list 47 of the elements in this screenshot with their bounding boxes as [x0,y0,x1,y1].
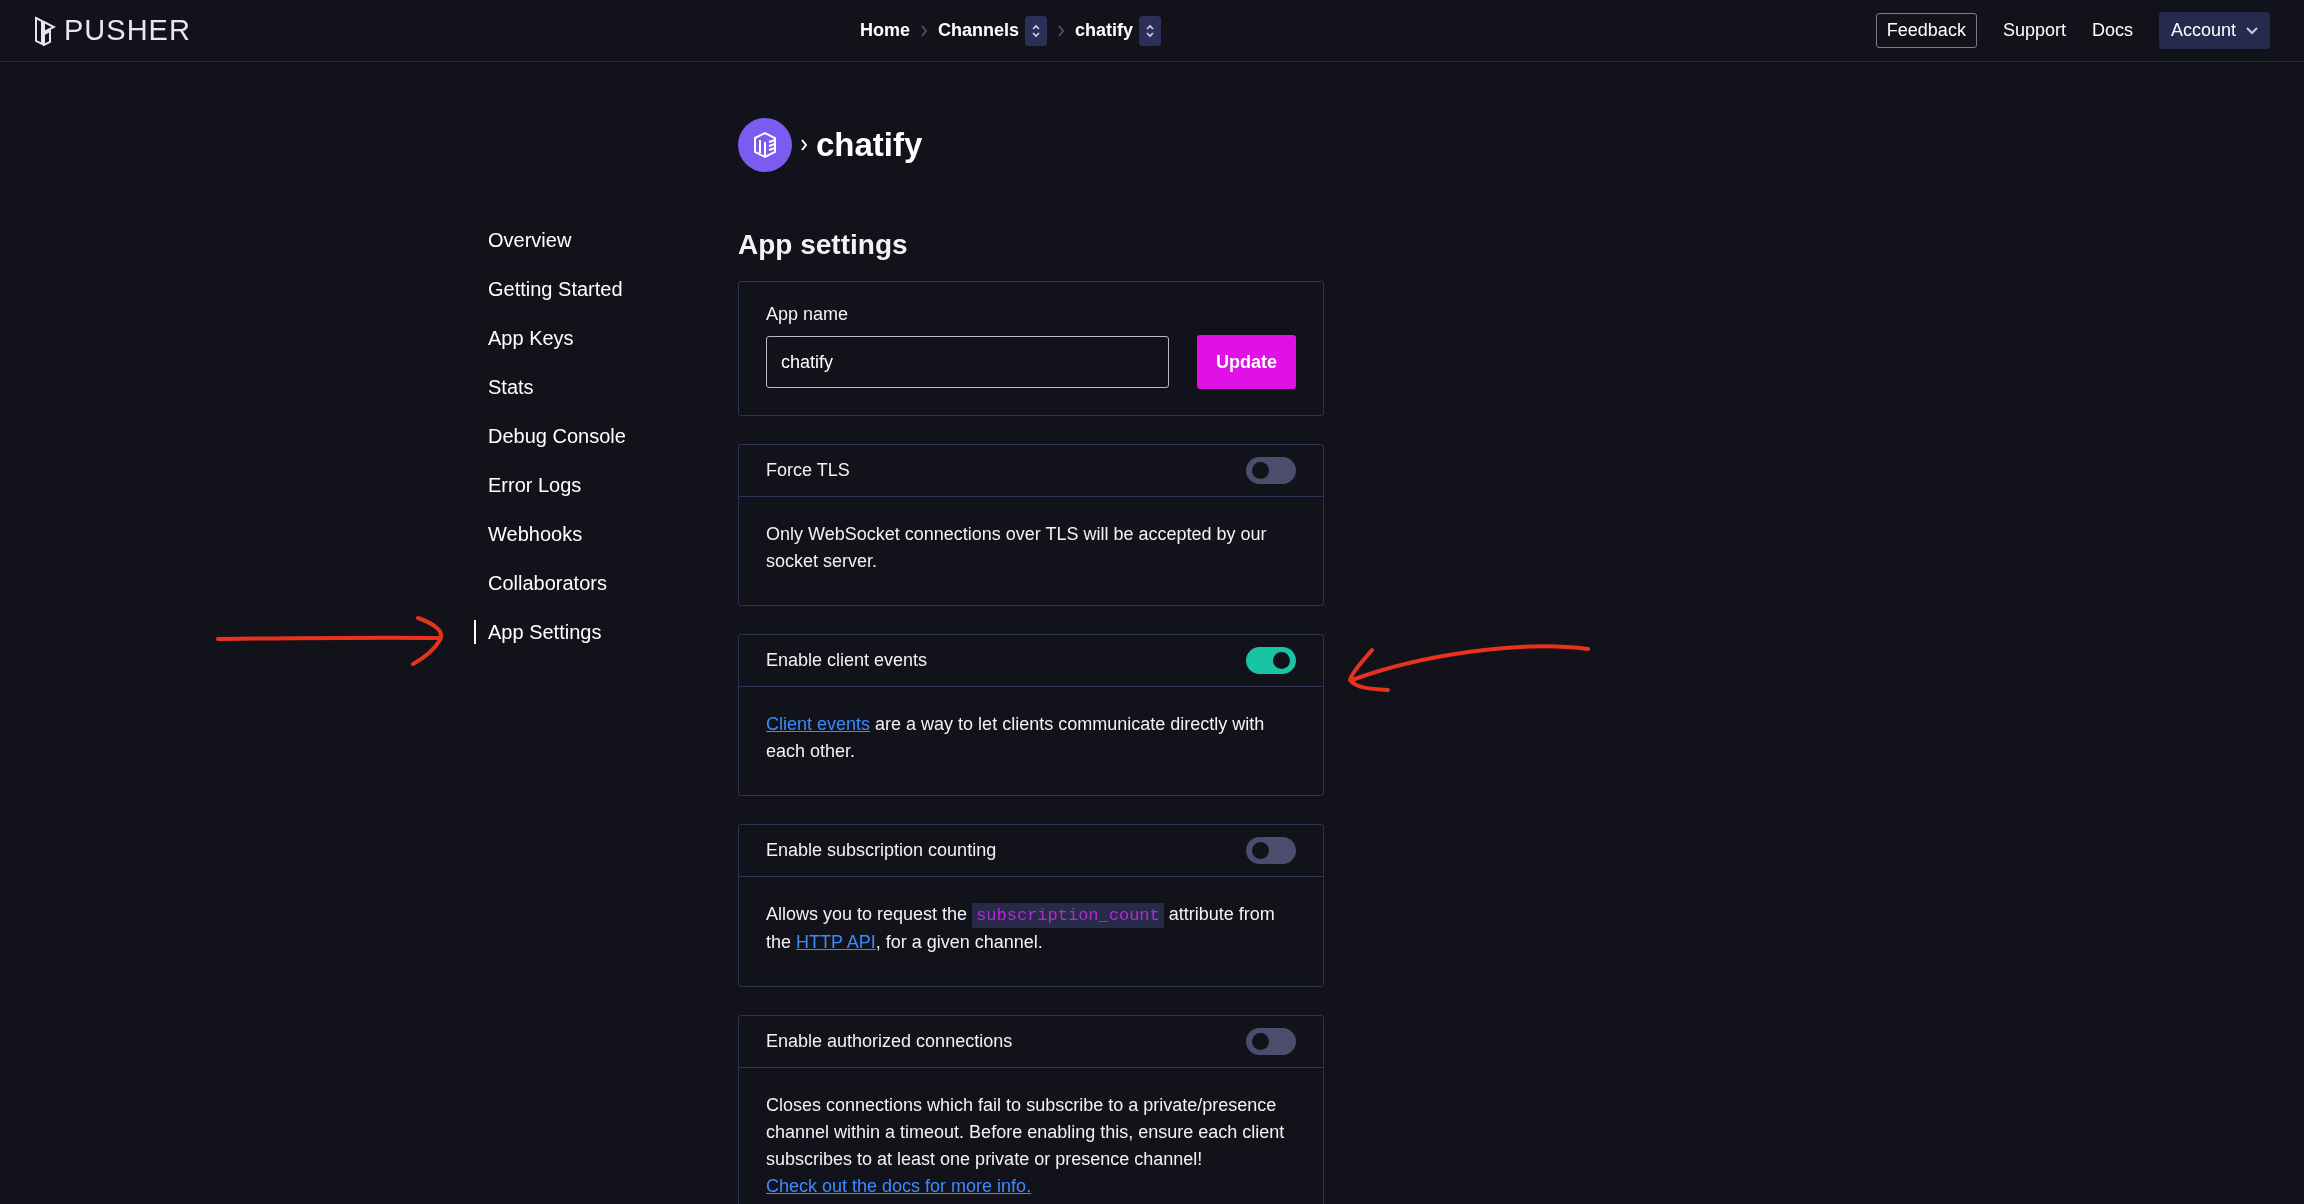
sidebar-item[interactable]: Error Logs [474,473,738,497]
up-down-chevron-icon [1031,22,1042,39]
chevron-down-icon [2246,26,2258,35]
feedback-button[interactable]: Feedback [1875,13,1977,48]
setting-title: Force TLS [766,460,850,481]
toggle-switch[interactable] [1246,837,1296,864]
code-snippet: subscription_count [972,903,1164,928]
account-menu-button[interactable]: Account [2158,12,2270,49]
setting-title: Enable authorized connections [766,1031,1013,1052]
inline-link[interactable]: Check out the docs for more info. [766,1176,1032,1196]
chevron-right-icon [920,24,928,37]
nav-link[interactable]: Docs [2091,20,2133,41]
app-name-input[interactable]: chatify [766,336,1169,388]
sidebar-item[interactable]: Getting Started [474,277,738,301]
logo-text: PUSHER [64,14,191,47]
breadcrumb-link[interactable]: Channels [938,20,1020,41]
setting-description: Only WebSocket connections over TLS will be accepted by our socket server. [765,523,1268,573]
sidebar-item[interactable]: Webhooks [474,522,738,546]
toggle-switch[interactable] [1246,1028,1296,1055]
field-label: App name [766,304,850,325]
up-down-chevron-icon [1145,22,1156,39]
toggle-switch[interactable] [1246,647,1296,674]
switcher-button[interactable] [1025,15,1048,46]
app-avatar-icon [738,118,792,172]
sidebar-item[interactable]: Collaborators [474,571,738,595]
sidebar-item[interactable]: Debug Console [474,424,738,448]
app-title: chatify [816,126,923,164]
inline-link[interactable]: Client events [766,714,871,734]
setting-description: Allows you to request the subscription_count attribute from the HTTP API, for a given channel. [765,902,1276,954]
toggle-switch[interactable] [1246,457,1296,484]
pusher-logo-icon [34,15,56,46]
sidebar-item[interactable]: Overview [474,228,738,252]
chevron-right-icon [800,139,808,151]
breadcrumb-link[interactable]: chatify [1075,20,1134,41]
page-title: App settings [738,229,909,261]
sidebar-item[interactable]: Stats [474,375,738,399]
setting-description: Closes connections which fail to subscribe to a private/presence channel within a timeout. Before enabling this, ensure each client subscribes to at least one private or presence channel! Check out the docs for more info. [765,1094,1286,1198]
inline-link[interactable]: HTTP API [796,932,876,952]
setting-description: Client events are a way to let clients communicate directly with each other. [765,713,1266,763]
sidebar-item[interactable]: App Keys [474,326,738,350]
setting-title: Enable subscription counting [766,840,997,861]
update-button[interactable]: Update [1197,335,1296,389]
setting-title: Enable client events [766,650,928,671]
breadcrumb-link[interactable]: Home [860,20,910,41]
switcher-button[interactable] [1139,15,1162,46]
chevron-right-icon [1057,24,1066,37]
nav-link[interactable]: Support [2002,20,2066,41]
